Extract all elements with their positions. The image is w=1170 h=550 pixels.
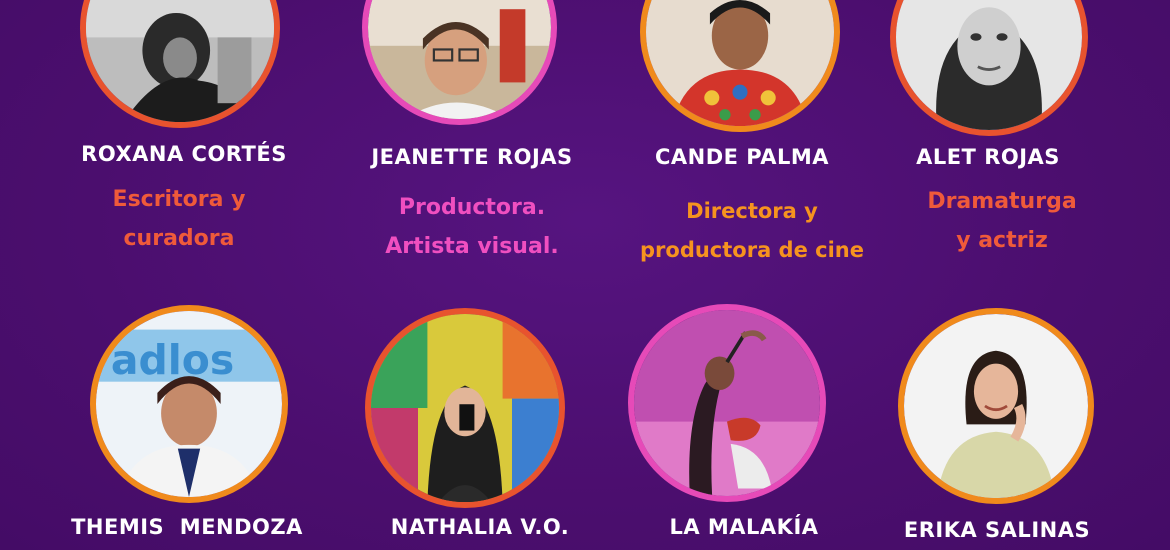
- person-role: Escritora y curadora: [19, 180, 339, 258]
- portrait-photo-icon: [634, 310, 820, 496]
- person-name: NATHALIA V.O.: [390, 515, 570, 539]
- portrait-photo-icon: [371, 314, 559, 502]
- role-line: Productora.: [398, 195, 546, 220]
- role-line: curadora: [123, 226, 235, 251]
- person-name: ROXANA CORTÉS: [81, 142, 287, 166]
- role-line: Escritora y: [112, 187, 246, 212]
- role-line: Dramaturga: [927, 189, 1077, 214]
- avatar-nathalia-vo: [365, 308, 565, 508]
- portrait-photo-icon: [896, 0, 1082, 130]
- person-name: ERIKA SALINAS: [903, 518, 1091, 542]
- role-line: Artista visual.: [385, 234, 559, 259]
- person-role: Dramaturga y actriz: [842, 182, 1162, 260]
- portrait-photo-icon: [904, 314, 1088, 498]
- person-name: JEANETTE ROJAS: [371, 145, 573, 169]
- portrait-photo-icon: [86, 0, 274, 122]
- avatar-alet-rojas: [890, 0, 1088, 136]
- avatar-la-malakia: [628, 304, 826, 502]
- svg-text:adlos: adlos: [111, 336, 234, 384]
- role-line: y actriz: [956, 228, 1048, 253]
- avatar-jeanette-rojas: [362, 0, 557, 125]
- person-name: ALET ROJAS: [916, 145, 1060, 169]
- speakers-poster: ROXANA CORTÉS Escritora y curadora JEANE…: [0, 0, 1170, 550]
- avatar-erika-salinas: [898, 308, 1094, 504]
- person-name: THEMIS MENDOZA: [71, 515, 303, 539]
- avatar-themis-mendoza: adlos: [90, 305, 288, 503]
- avatar-roxana-cortes: [80, 0, 280, 128]
- person-role: Productora. Artista visual.: [312, 188, 632, 266]
- portrait-photo-icon: adlos: [96, 311, 282, 497]
- avatar-cande-palma: [640, 0, 840, 132]
- portrait-photo-icon: [646, 0, 834, 126]
- portrait-photo-icon: [368, 0, 551, 119]
